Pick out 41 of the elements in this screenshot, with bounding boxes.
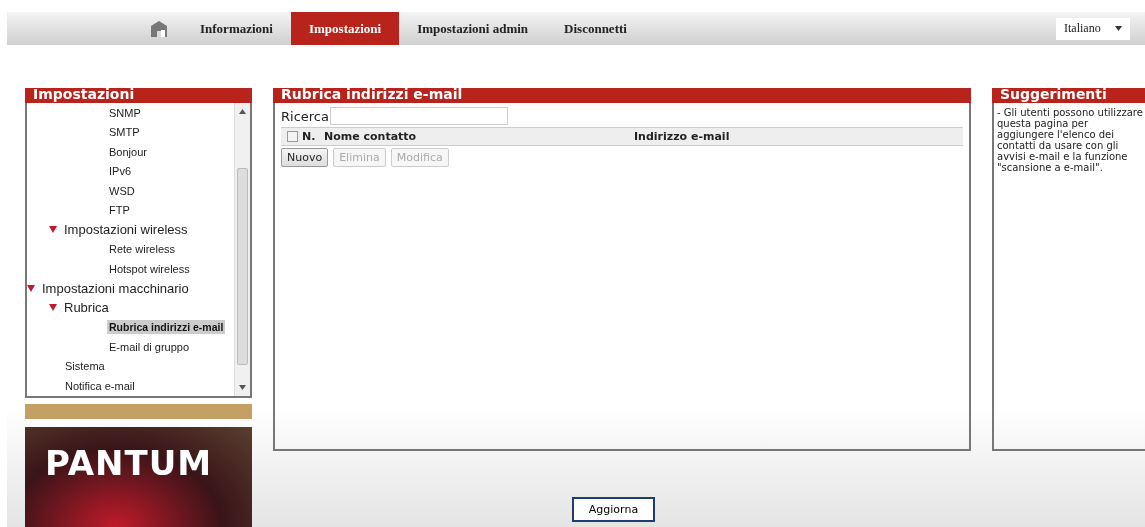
language-select[interactable]: Italiano <box>1056 17 1130 40</box>
tree-item[interactable]: Rubrica indirizzi e-mail <box>107 320 226 335</box>
expanded-triangle-icon[interactable] <box>27 284 35 292</box>
panel-title: Suggerimenti <box>992 88 1145 103</box>
search-label: Ricerca <box>281 108 329 124</box>
expanded-triangle-icon[interactable] <box>49 304 57 312</box>
tree-item[interactable]: Notifica e-mail <box>63 378 137 393</box>
logo-banner: PANTUM <box>25 427 252 527</box>
column-header: N. <box>302 130 317 143</box>
tree-item[interactable]: SNMP <box>107 105 143 120</box>
nav-tab[interactable]: Disconnetti <box>546 12 645 45</box>
tree-item[interactable]: SMTP <box>107 125 142 140</box>
column-header: Nome contatto <box>324 130 418 143</box>
action-button[interactable]: Nuovo <box>281 148 329 167</box>
tree-item[interactable]: WSD <box>107 183 137 198</box>
tree-item[interactable]: Impostazioni wireless <box>62 221 190 239</box>
tree-item[interactable]: Hotspot wireless <box>107 261 192 276</box>
tree-item[interactable]: IPv6 <box>107 164 133 179</box>
expanded-triangle-icon[interactable] <box>49 226 57 234</box>
tree-item[interactable]: Impostazioni macchinario <box>40 279 191 297</box>
panel-title: Rubrica indirizzi e-mail <box>273 88 971 103</box>
tips-text: - Gli utenti possono utilizzare questa pagina per aggiungere l'elenco dei contatti da usare con gli avvisi e-mail e la funzione "scansione a e-mail". <box>997 107 1143 173</box>
scrollbar[interactable] <box>234 103 250 396</box>
scroll-down-icon[interactable] <box>239 385 246 390</box>
tree-item[interactable]: E-mail di gruppo <box>107 339 192 354</box>
nav-tab[interactable]: Impostazioni <box>290 12 400 45</box>
home-icon[interactable] <box>150 19 168 38</box>
nav-tab[interactable]: Impostazioni admin <box>399 12 547 45</box>
column-header: Indirizzo e-mail <box>634 130 730 143</box>
tree-item[interactable]: Bonjour <box>107 144 149 159</box>
tree-item[interactable]: Rete wireless <box>107 242 178 257</box>
select-all-checkbox[interactable] <box>287 131 298 142</box>
tree-item[interactable]: Sistema <box>63 359 107 374</box>
caret-icon <box>1115 26 1122 31</box>
scroll-up-icon[interactable] <box>239 109 246 114</box>
tree-item[interactable]: Rubrica <box>62 299 111 317</box>
tree-item[interactable]: FTP <box>107 203 132 218</box>
search-field[interactable] <box>329 107 508 125</box>
refresh-button[interactable]: Aggiorna <box>572 497 655 522</box>
panel-title: Impostazioni <box>25 88 252 103</box>
nav-tab[interactable]: Informazioni <box>182 12 291 45</box>
